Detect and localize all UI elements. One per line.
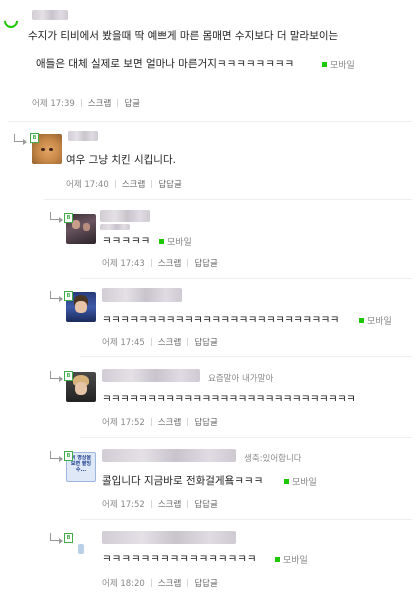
scrap-link[interactable]: 스크랩 — [88, 99, 111, 110]
mobile-dot-icon — [322, 62, 327, 67]
reply-arrow-icon — [14, 134, 27, 145]
reply-link[interactable]: 답답글 — [194, 579, 217, 590]
comment-text: ㅋㅋㅋㅋㅋㅋㅋㅋㅋㅋㅋㅋㅋㅋㅋㅋ — [102, 553, 257, 565]
post-meta: 어제 17:39 스크랩 답글 — [32, 99, 140, 110]
mobile-tag: 모바일 — [155, 235, 192, 248]
divider — [80, 437, 412, 438]
level-badge-icon: B — [64, 291, 73, 301]
username-blurred — [102, 369, 200, 382]
comment-text: ㅋㅋㅋㅋㅋㅋㅋㅋㅋㅋㅋㅋㅋㅋㅋㅋㅋㅋㅋㅋㅋㅋㅋㅋㅋㅋㅋㅋ — [102, 393, 356, 405]
scrap-link[interactable]: 스크랩 — [158, 418, 181, 429]
comment-time: 어제 17:40 — [66, 180, 109, 190]
scrap-link[interactable]: 스크랩 — [122, 180, 145, 191]
divider — [8, 121, 412, 122]
divider — [44, 199, 412, 200]
username-blurred — [102, 449, 236, 462]
scrap-link[interactable]: 스크랩 — [158, 338, 181, 349]
comment-meta: 어제 18:20 스크랩 답답글 — [102, 579, 218, 590]
scrap-link[interactable]: 스크랩 — [158, 259, 181, 270]
post-time: 어제 17:39 — [32, 99, 75, 109]
post-text-line1: 수지가 티비에서 봤을때 딱 예쁘게 마른 몸매면 수지보다 더 말라보이는 — [28, 30, 339, 42]
reply-link[interactable]: 답글 — [124, 99, 140, 110]
comment-time: 어제 17:52 — [102, 418, 145, 428]
level-badge-icon: B — [64, 451, 73, 461]
mobile-dot-icon — [275, 557, 280, 562]
comment-time: 어제 18:20 — [102, 579, 145, 589]
username-blurred — [100, 210, 150, 222]
reply-arrow-icon — [50, 451, 63, 462]
user-note: 생축:있어합니다 — [244, 454, 302, 464]
level-badge-icon: B — [64, 371, 73, 381]
reply-link[interactable]: 답답글 — [158, 180, 181, 191]
comment-text: ㅋㅋㅋㅋㅋㅋㅋㅋㅋㅋㅋㅋㅋㅋㅋㅋㅋㅋㅋㅋㅋㅋㅋㅋㅋㅋ — [102, 314, 339, 326]
divider — [80, 356, 412, 357]
reply-arrow-icon — [50, 533, 63, 544]
level-badge-icon: B — [30, 133, 39, 143]
user-note: 요즘말아 내가말아 — [208, 374, 274, 384]
username-blurred — [68, 131, 98, 141]
comment-time: 어제 17:45 — [102, 338, 145, 348]
username-blurred — [32, 10, 68, 20]
reply-link[interactable]: 답답글 — [194, 259, 217, 270]
scrap-link[interactable]: 스크랩 — [158, 500, 181, 511]
reply-arrow-icon — [50, 291, 63, 302]
comment-meta: 어제 17:52 스크랩 답답글 — [102, 418, 218, 429]
reply-link[interactable]: 답답글 — [194, 418, 217, 429]
comment-meta: 어제 17:40 스크랩 답답글 — [66, 180, 182, 191]
mobile-tag: 모바일 — [355, 314, 392, 327]
comment-meta: 어제 17:45 스크랩 답답글 — [102, 338, 218, 349]
level-badge-icon: B — [64, 213, 73, 223]
divider — [80, 278, 412, 279]
username-blurred — [100, 224, 130, 230]
comment-text: 여우 그냥 치킨 시킵니다. — [66, 154, 176, 166]
comment-time: 어제 17:52 — [102, 500, 145, 510]
mobile-tag: 모바일 — [280, 475, 317, 488]
mobile-dot-icon — [284, 479, 289, 484]
mobile-dot-icon — [359, 318, 364, 323]
level-badge-icon: B — [64, 533, 73, 543]
mobile-tag: 모바일 — [318, 58, 355, 71]
divider — [80, 519, 412, 520]
username-blurred — [102, 531, 236, 544]
username-blurred — [102, 288, 182, 302]
comment-meta: 어제 17:52 스크랩 답답글 — [102, 500, 218, 511]
reply-link[interactable]: 답답글 — [194, 500, 217, 511]
post-text-line2: 애들은 대체 실제로 보면 얼마나 마른거지ㅋㅋㅋㅋㅋㅋㅋㅋ — [36, 58, 295, 70]
comment-meta: 어제 17:43 스크랩 답답글 — [102, 259, 218, 270]
comment-text: 콜입니다 지금바로 전화걸게욬ㅋㅋㅋ — [102, 475, 264, 487]
mobile-dot-icon — [159, 239, 164, 244]
reply-arrow-icon — [50, 212, 63, 223]
comment-text: ㅋㅋㅋㅋㅋ — [102, 235, 151, 247]
reply-link[interactable]: 답답글 — [194, 338, 217, 349]
reply-arrow-icon — [50, 371, 63, 382]
comment-time: 어제 17:43 — [102, 259, 145, 269]
logo-arc-icon — [1, 11, 21, 31]
scrap-link[interactable]: 스크랩 — [158, 579, 181, 590]
mobile-tag: 모바일 — [271, 553, 308, 566]
